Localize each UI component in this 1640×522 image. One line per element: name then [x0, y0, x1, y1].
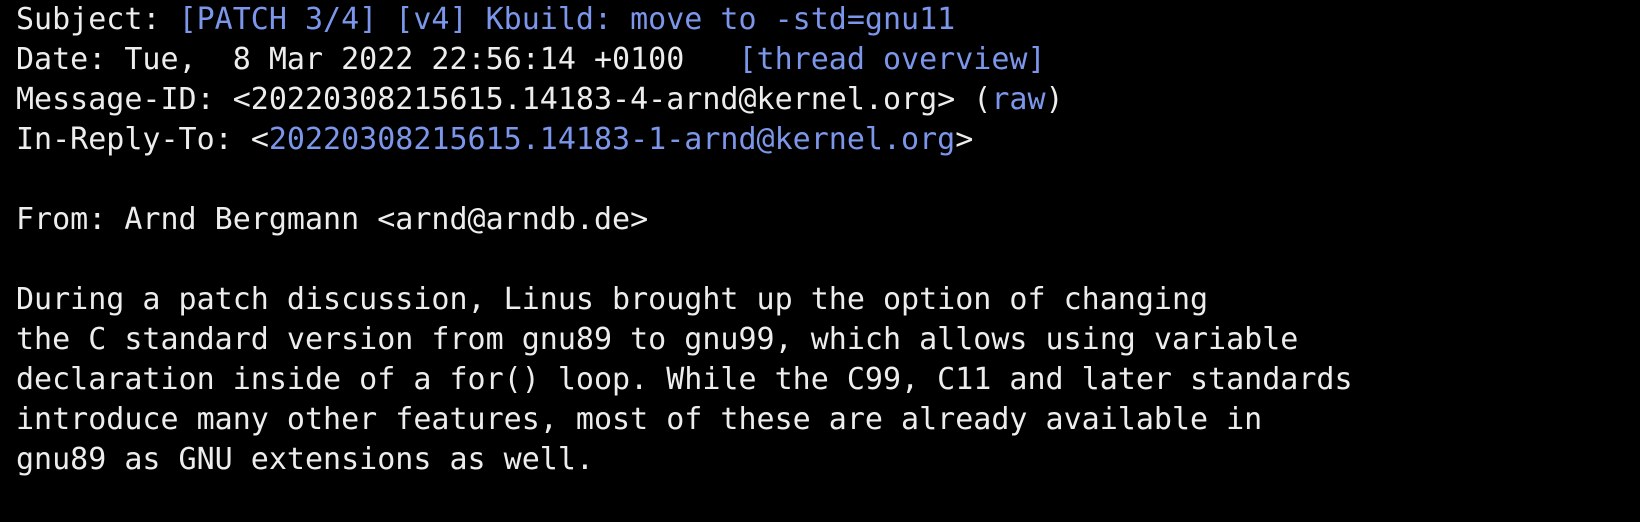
body-line: gnu89 as GNU extensions as well.	[16, 442, 594, 477]
from-line: From: Arnd Bergmann <arnd@arndb.de>	[16, 200, 1640, 240]
subject-link[interactable]: [PATCH 3/4] [v4] Kbuild: move to -std=gn…	[179, 2, 956, 37]
date-value: Tue, 8 Mar 2022 22:56:14 +0100	[124, 42, 685, 77]
from-value: Arnd Bergmann <arnd@arndb.de>	[124, 202, 649, 237]
from-label: From:	[16, 202, 125, 237]
raw-link[interactable]: raw	[991, 82, 1045, 117]
date-label: Date:	[16, 42, 125, 77]
message-id-value: <20220308215615.14183-4-arnd@kernel.org>	[232, 82, 956, 117]
raw-close-paren: )	[1045, 82, 1064, 117]
body-line: declaration inside of a for() loop. Whil…	[16, 362, 1353, 397]
in-reply-to-label: In-Reply-To:	[16, 122, 251, 157]
in-reply-to-close-bracket: >	[955, 122, 974, 157]
email-message-view: Subject: [PATCH 3/4] [v4] Kbuild: move t…	[0, 0, 1640, 480]
in-reply-to-link[interactable]: 20220308215615.14183-1-arnd@kernel.org	[269, 122, 955, 157]
subject-line: Subject: [PATCH 3/4] [v4] Kbuild: move t…	[16, 0, 1640, 40]
date-line: Date: Tue, 8 Mar 2022 22:56:14 +0100 [th…	[16, 40, 1640, 80]
message-body: During a patch discussion, Linus brought…	[16, 280, 1640, 480]
date-spacer	[684, 42, 738, 77]
in-reply-to-line: In-Reply-To: <20220308215615.14183-1-arn…	[16, 120, 1640, 160]
body-line: introduce many other features, most of t…	[16, 402, 1263, 437]
message-id-line: Message-ID: <20220308215615.14183-4-arnd…	[16, 80, 1640, 120]
in-reply-to-open-bracket: <	[250, 122, 269, 157]
body-line: During a patch discussion, Linus brought…	[16, 282, 1209, 317]
body-line: the C standard version from gnu89 to gnu…	[16, 322, 1299, 357]
thread-overview-link[interactable]: [thread overview]	[738, 42, 1045, 77]
message-id-label: Message-ID:	[16, 82, 233, 117]
subject-label: Subject:	[16, 2, 179, 37]
raw-open-paren: (	[955, 82, 992, 117]
